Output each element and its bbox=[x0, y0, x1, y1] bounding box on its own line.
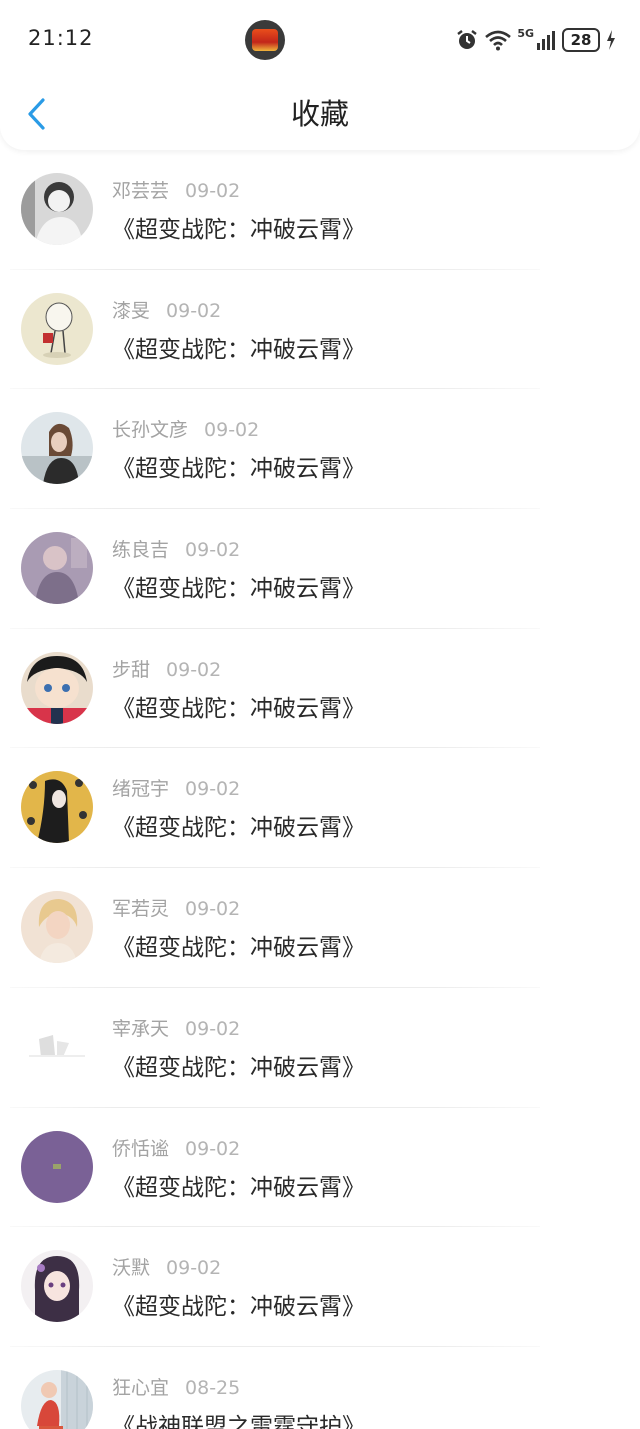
user-name: 步甜 bbox=[112, 658, 151, 681]
item-meta: 步甜 09-02 bbox=[112, 655, 221, 682]
user-name: 练良吉 bbox=[112, 539, 170, 562]
nav-bar: 收藏 bbox=[0, 80, 640, 150]
item-date: 09-02 bbox=[185, 1137, 241, 1160]
item-title: 《超变战陀：冲破云霄》 bbox=[112, 456, 365, 483]
item-date: 09-02 bbox=[166, 299, 222, 322]
item-title: 《超变战陀：冲破云霄》 bbox=[112, 576, 365, 603]
item-meta: 宰承天 09-02 bbox=[112, 1014, 240, 1041]
list-item[interactable]: 漆旻 09-02 《超变战陀：冲破云霄》 bbox=[0, 270, 640, 390]
list-item[interactable]: 军若灵 09-02 《超变战陀：冲破云霄》 bbox=[0, 868, 640, 988]
wifi-icon bbox=[485, 30, 512, 51]
item-date: 09-02 bbox=[166, 1257, 222, 1280]
user-name: 绪冠宇 bbox=[112, 778, 170, 801]
avatar bbox=[21, 1369, 93, 1429]
signal-icon bbox=[537, 31, 555, 50]
item-date: 09-02 bbox=[185, 778, 241, 801]
list-item[interactable]: 练良吉 09-02 《超变战陀：冲破云霄》 bbox=[0, 509, 640, 629]
app-notification-icon bbox=[245, 20, 285, 60]
item-meta: 侨恬谧 09-02 bbox=[112, 1134, 240, 1161]
user-name: 邓芸芸 bbox=[112, 180, 170, 202]
item-title: 《超变战陀：冲破云霄》 bbox=[112, 1054, 365, 1081]
list-item[interactable]: 邓芸芸 09-02 《超变战陀：冲破云霄》 bbox=[0, 150, 640, 270]
item-date: 09-02 bbox=[185, 180, 241, 202]
user-name: 军若灵 bbox=[112, 898, 170, 921]
item-meta: 绪冠宇 09-02 bbox=[112, 774, 240, 801]
list-item[interactable]: 长孙文彦 09-02 《超变战陀：冲破云霄》 bbox=[0, 389, 640, 510]
list-item[interactable]: 宰承天 09-02 《超变战陀：冲破云霄》 bbox=[0, 988, 640, 1108]
avatar bbox=[21, 292, 93, 365]
user-name: 漆旻 bbox=[112, 299, 151, 322]
user-name: 宰承天 bbox=[112, 1017, 170, 1040]
item-meta: 漆旻 09-02 bbox=[112, 296, 221, 323]
status-icons: 5G 28 bbox=[455, 26, 616, 54]
alarm-icon bbox=[457, 30, 478, 49]
item-date: 09-02 bbox=[204, 419, 260, 442]
status-time: 21:12 bbox=[28, 26, 94, 50]
item-date: 09-02 bbox=[185, 898, 241, 921]
list-item[interactable]: 狂心宜 08-25 《战神联盟之雷霆守护》 bbox=[0, 1347, 640, 1429]
user-name: 长孙文彦 bbox=[112, 419, 189, 442]
list-item[interactable]: 沃默 09-02 《超变战陀：冲破云霄》 bbox=[0, 1227, 640, 1347]
user-name: 狂心宜 bbox=[112, 1376, 170, 1399]
user-name: 侨恬谧 bbox=[112, 1137, 170, 1160]
item-title: 《超变战陀：冲破云霄》 bbox=[112, 217, 365, 243]
item-title: 《超变战陀：冲破云霄》 bbox=[112, 1294, 365, 1321]
item-meta: 狂心宜 08-25 bbox=[112, 1373, 240, 1400]
item-date: 09-02 bbox=[185, 1017, 241, 1040]
avatar bbox=[21, 651, 93, 724]
avatar bbox=[21, 1250, 93, 1323]
item-meta: 军若灵 09-02 bbox=[112, 894, 240, 921]
avatar bbox=[21, 771, 93, 844]
avatar bbox=[21, 173, 93, 245]
item-date: 09-02 bbox=[185, 539, 241, 562]
avatar bbox=[21, 412, 93, 485]
item-title: 《超变战陀：冲破云霄》 bbox=[112, 695, 365, 722]
item-date: 09-02 bbox=[166, 658, 222, 681]
item-meta: 邓芸芸 09-02 bbox=[112, 176, 240, 203]
network-type-label: 5G bbox=[517, 26, 534, 40]
item-date: 08-25 bbox=[185, 1376, 241, 1399]
item-title: 《超变战陀：冲破云霄》 bbox=[112, 1174, 365, 1201]
avatar bbox=[21, 532, 93, 605]
item-meta: 沃默 09-02 bbox=[112, 1253, 221, 1280]
battery-level: 28 bbox=[562, 28, 600, 52]
avatar bbox=[21, 1010, 93, 1083]
status-bar: 21:12 5G 28 bbox=[0, 0, 640, 80]
list-item[interactable]: 绪冠宇 09-02 《超变战陀：冲破云霄》 bbox=[0, 748, 640, 869]
item-title: 《超变战陀：冲破云霄》 bbox=[112, 815, 365, 842]
user-name: 沃默 bbox=[112, 1257, 151, 1280]
item-title: 《战神联盟之雷霆守护》 bbox=[112, 1413, 365, 1429]
list-item[interactable]: 步甜 09-02 《超变战陀：冲破云霄》 bbox=[0, 629, 640, 749]
avatar bbox=[21, 1130, 93, 1203]
favorites-list: 邓芸芸 09-02 《超变战陀：冲破云霄》 漆旻 09-02 《超变战陀：冲破云霄》 bbox=[0, 150, 640, 1429]
list-item[interactable]: 侨恬谧 09-02 《超变战陀：冲破云霄》 bbox=[0, 1108, 640, 1228]
page-title: 收藏 bbox=[290, 97, 349, 131]
top-bar: 21:12 5G 28 收藏 bbox=[0, 0, 640, 150]
item-title: 《超变战陀：冲破云霄》 bbox=[112, 935, 365, 962]
item-meta: 练良吉 09-02 bbox=[112, 535, 240, 562]
item-meta: 长孙文彦 09-02 bbox=[112, 415, 259, 442]
charging-icon bbox=[607, 30, 615, 50]
item-title: 《超变战陀：冲破云霄》 bbox=[112, 336, 365, 363]
avatar bbox=[21, 891, 93, 964]
